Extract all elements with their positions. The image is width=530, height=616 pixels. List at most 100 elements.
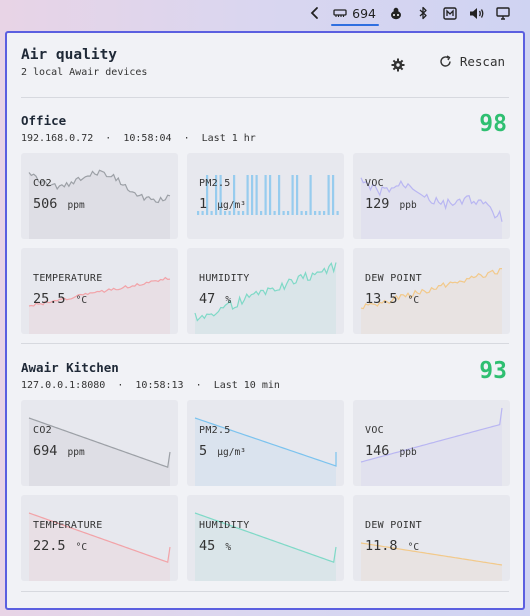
device-section-office: Office 192.168.0.72 · 10:58:04 · Last 1 … — [21, 111, 510, 334]
metrics-grid: CO2 694 ppm PM2.5 5 µg/m³ VOC 146 ppb TEMPERAT… — [21, 400, 510, 581]
metric-number: 11.8 — [365, 538, 398, 554]
device-address: 127.0.0.1:8080 — [21, 380, 106, 391]
metric-card-co2[interactable]: CO2 694 ppm — [21, 400, 178, 486]
metric-card-dew-point[interactable]: DEW POINT 13.5 °C — [353, 248, 510, 334]
sparkline-bar — [300, 211, 303, 215]
device-range: Last 1 hr — [201, 133, 256, 144]
metric-unit: ppb — [399, 447, 417, 458]
rescan-button[interactable]: Rescan — [439, 54, 505, 69]
metric-label: HUMIDITY — [199, 273, 250, 284]
metric-label: DEW POINT — [365, 520, 422, 531]
sparkline-bar — [336, 211, 339, 215]
metric-card-humidity[interactable]: HUMIDITY 47 % — [187, 248, 344, 334]
page-title: Air quality — [21, 47, 118, 63]
sparkline-bar — [332, 175, 335, 215]
metric-number: 47 — [199, 291, 216, 307]
metric-value: 506 ppm — [33, 196, 85, 212]
refresh-icon — [439, 55, 452, 68]
metric-unit: °C — [75, 542, 88, 553]
metric-label: PM2.5 — [199, 178, 231, 189]
air-quality-panel: Air quality 2 local Awair devices Rescan — [5, 31, 525, 610]
sparkline-bar — [264, 175, 267, 215]
metric-number: 1 — [199, 196, 208, 212]
device-time: 10:58:13 — [135, 380, 184, 391]
device-time: 10:58:04 — [123, 133, 172, 144]
metric-value: 694 ppm — [33, 443, 85, 459]
sparkline-bar — [246, 175, 249, 215]
metric-unit: µg/m³ — [217, 447, 246, 458]
metric-card-temperature[interactable]: TEMPERATURE 25.5 °C — [21, 248, 178, 334]
metric-label: DEW POINT — [365, 273, 422, 284]
sparkline-bar — [327, 175, 330, 215]
device-name: Office — [21, 113, 67, 128]
device-section-kitchen: Awair Kitchen 127.0.0.1:8080 · 10:58:13 … — [21, 358, 510, 581]
device-name: Awair Kitchen — [21, 360, 119, 375]
sparkline-bar — [255, 175, 258, 215]
divider — [21, 591, 509, 592]
metric-value: 45 % — [199, 538, 231, 554]
sparkline-bar — [251, 175, 254, 215]
sparkline-bar — [273, 211, 276, 215]
volume-icon[interactable] — [464, 0, 490, 26]
sparkline-bar — [287, 211, 290, 215]
sparkline-bar — [305, 211, 308, 215]
metric-card-co2[interactable]: CO2 506 ppm — [21, 153, 178, 239]
metric-number: 146 — [365, 443, 390, 459]
metric-value: 25.5 °C — [33, 291, 87, 307]
bluetooth-icon[interactable] — [410, 0, 436, 26]
metric-card-temperature[interactable]: TEMPERATURE 22.5 °C — [21, 495, 178, 581]
metric-value: 11.8 °C — [365, 538, 419, 554]
metric-label: TEMPERATURE — [33, 520, 103, 531]
metric-number: 129 — [365, 196, 390, 212]
metric-number: 694 — [33, 443, 58, 459]
metric-value: 129 ppb — [365, 196, 417, 212]
metric-label: CO2 — [33, 425, 52, 436]
metric-value: 22.5 °C — [33, 538, 87, 554]
metric-value: 1 µg/m³ — [199, 196, 246, 212]
memory-usage-indicator[interactable]: 694 — [327, 0, 382, 26]
bug-icon[interactable] — [382, 0, 410, 26]
metric-card-dew-point[interactable]: DEW POINT 11.8 °C — [353, 495, 510, 581]
device-address: 192.168.0.72 — [21, 133, 94, 144]
metric-label: TEMPERATURE — [33, 273, 103, 284]
chevron-left-icon[interactable] — [303, 0, 327, 26]
device-count-subtitle: 2 local Awair devices — [21, 67, 148, 78]
metric-unit: °C — [407, 542, 420, 553]
metric-card-voc[interactable]: VOC 146 ppb — [353, 400, 510, 486]
metric-unit: % — [225, 542, 232, 553]
keyboard-icon[interactable] — [436, 0, 464, 26]
metric-number: 45 — [199, 538, 216, 554]
metric-card-humidity[interactable]: HUMIDITY 45 % — [187, 495, 344, 581]
metric-number: 13.5 — [365, 291, 398, 307]
divider — [21, 343, 509, 344]
metric-label: CO2 — [33, 178, 52, 189]
metric-card-pm25[interactable]: PM2.5 1 µg/m³ — [187, 153, 344, 239]
metric-label: VOC — [365, 178, 384, 189]
metric-label: PM2.5 — [199, 425, 231, 436]
sparkline-bar — [296, 175, 299, 215]
air-score: 98 — [479, 111, 507, 137]
metric-value: 13.5 °C — [365, 291, 419, 307]
display-icon[interactable] — [490, 0, 516, 26]
metric-unit: µg/m³ — [217, 200, 246, 211]
memory-icon — [333, 8, 347, 18]
device-meta: 192.168.0.72 · 10:58:04 · Last 1 hr — [21, 133, 256, 144]
metric-number: 22.5 — [33, 538, 66, 554]
gear-icon[interactable] — [390, 57, 406, 73]
divider — [21, 97, 509, 98]
sparkline-bar — [323, 211, 326, 215]
rescan-label: Rescan — [459, 54, 505, 69]
metric-value: 47 % — [199, 291, 231, 307]
metric-card-pm25[interactable]: PM2.5 5 µg/m³ — [187, 400, 344, 486]
sparkline-bar — [282, 211, 285, 215]
sparkline-bar — [309, 175, 312, 215]
sparkline-bar — [318, 211, 321, 215]
metric-card-voc[interactable]: VOC 129 ppb — [353, 153, 510, 239]
metric-unit: ppb — [399, 200, 417, 211]
metric-unit: ppm — [67, 200, 85, 211]
metric-unit: °C — [407, 295, 420, 306]
device-meta: 127.0.0.1:8080 · 10:58:13 · Last 10 min — [21, 380, 280, 391]
sparkline-bar — [260, 211, 263, 215]
system-tray: 694 — [0, 0, 530, 26]
metric-label: HUMIDITY — [199, 520, 250, 531]
